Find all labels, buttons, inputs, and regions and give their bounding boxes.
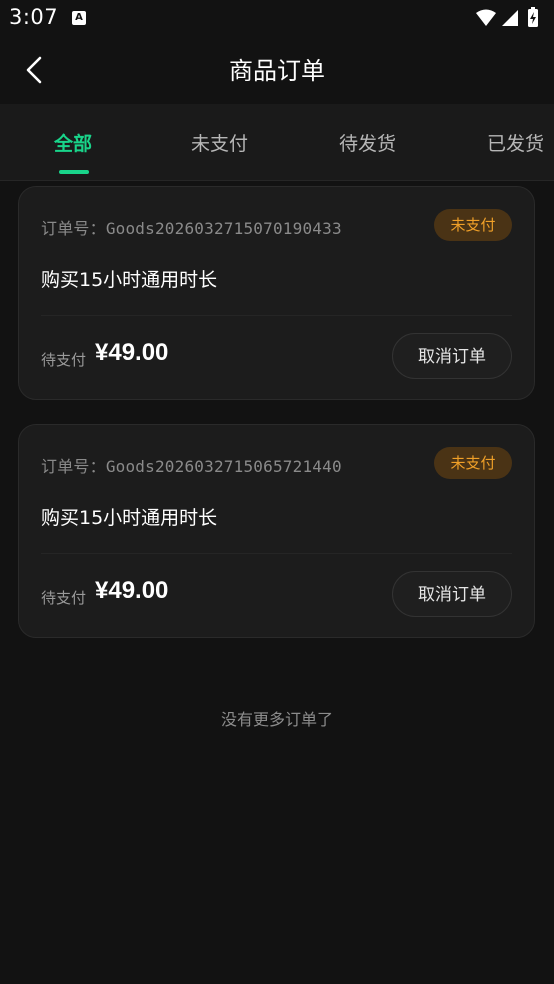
order-card[interactable]: 订单号：Goods2026032715070190433 未支付 购买15小时通… — [18, 186, 535, 400]
tab-to-ship[interactable]: 待发货 — [339, 104, 396, 180]
card-divider — [41, 315, 512, 316]
price-value: ¥49.00 — [95, 577, 169, 604]
order-number-value: Goods2026032715065721440 — [105, 457, 342, 476]
status-bar: 3:07 A — [0, 0, 554, 38]
no-more-orders-text: 没有更多订单了 — [220, 710, 333, 729]
order-card[interactable]: 订单号：Goods2026032715065721440 未支付 购买15小时通… — [18, 424, 535, 638]
active-tab-indicator — [59, 170, 89, 174]
tab-unpaid[interactable]: 未支付 — [191, 104, 248, 180]
order-number-label: 订单号： — [41, 219, 106, 238]
price-label: 待支付 — [41, 589, 87, 607]
cancel-order-button[interactable]: 取消订单 — [392, 571, 512, 617]
signal-icon — [502, 10, 518, 26]
product-name: 购买15小时通用时长 — [41, 269, 218, 291]
tab-all[interactable]: 全部 — [54, 104, 92, 180]
notification-letter: A — [75, 12, 83, 23]
price-label: 待支付 — [41, 351, 87, 369]
tab-shipped[interactable]: 已发货 — [487, 104, 544, 180]
order-tabs: 全部 未支付 待发货 已发货 — [0, 104, 554, 181]
order-number: 订单号：Goods2026032715065721440 — [41, 453, 342, 477]
cancel-order-button[interactable]: 取消订单 — [392, 333, 512, 379]
battery-charging-icon — [528, 7, 538, 27]
product-name: 购买15小时通用时长 — [41, 507, 218, 529]
wifi-icon — [476, 9, 496, 26]
price-value: ¥49.00 — [95, 339, 169, 366]
order-number: 订单号：Goods2026032715070190433 — [41, 215, 342, 239]
card-divider — [41, 553, 512, 554]
order-number-value: Goods2026032715070190433 — [105, 219, 342, 238]
order-number-label: 订单号： — [41, 457, 106, 476]
page-title: 商品订单 — [229, 57, 325, 85]
notification-a-icon: A — [72, 11, 86, 25]
status-time: 3:07 — [9, 5, 59, 29]
status-badge: 未支付 — [434, 209, 512, 241]
app-header: 商品订单 — [0, 38, 554, 104]
status-icons — [474, 7, 546, 29]
status-badge: 未支付 — [434, 447, 512, 479]
